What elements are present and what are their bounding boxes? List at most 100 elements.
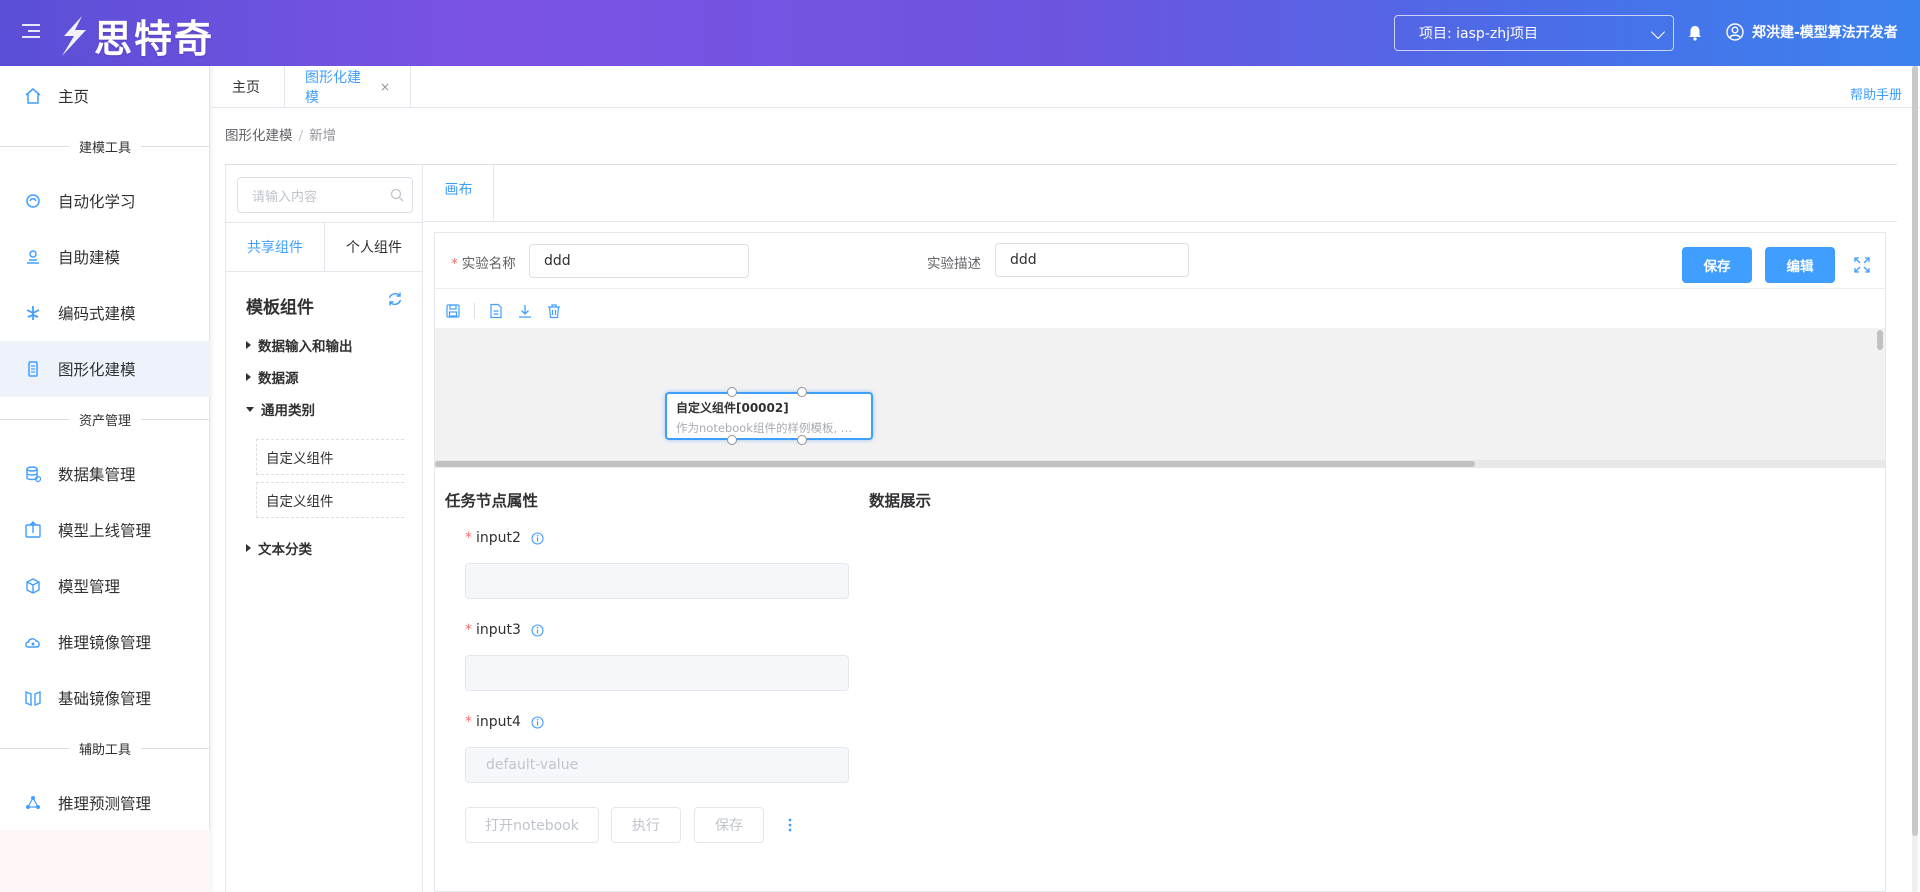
sidebar-item-model-deploy[interactable]: 模型上线管理 bbox=[0, 502, 210, 558]
breadcrumb: 图形化建模 / 新增 bbox=[225, 124, 336, 144]
delete-icon[interactable] bbox=[546, 303, 562, 319]
caret-right-icon bbox=[246, 373, 251, 381]
code-modeling-icon bbox=[24, 304, 42, 322]
page-vertical-scrollbar[interactable] bbox=[1912, 66, 1918, 892]
task-node-properties-title: 任务节点属性 bbox=[445, 492, 539, 510]
sidebar-section-modeling: 建模工具 bbox=[0, 136, 210, 156]
home-icon bbox=[24, 87, 42, 105]
edit-button[interactable]: 编辑 bbox=[1765, 247, 1835, 283]
canvas-area: 画布 * 实验名称 ddd 实验描述 ddd 保存 编辑 自定义组件[00002]… bbox=[424, 165, 1897, 892]
more-vertical-icon[interactable] bbox=[788, 818, 792, 832]
logo-mark-icon bbox=[62, 15, 86, 56]
sidebar-item-inference-image[interactable]: 推理镜像管理 bbox=[0, 614, 210, 670]
experiment-desc-textarea[interactable]: ddd bbox=[995, 243, 1189, 277]
breadcrumb-parent[interactable]: 图形化建模 bbox=[225, 128, 293, 144]
save-button[interactable]: 保存 bbox=[1682, 247, 1752, 283]
node-title: 自定义组件[00002] bbox=[676, 401, 789, 415]
tree-node-source[interactable]: 数据源 bbox=[246, 367, 299, 387]
user-menu[interactable]: 郑洪建-模型算法开发者 bbox=[1726, 22, 1898, 42]
open-notebook-button[interactable]: 打开notebook bbox=[465, 807, 599, 843]
graph-canvas[interactable]: 自定义组件[00002] 作为notebook组件的样例模板, 开发者可参考 bbox=[435, 328, 1885, 468]
download-icon[interactable] bbox=[517, 303, 533, 319]
tab-graphic-modeling[interactable]: 图形化建模 × bbox=[285, 66, 411, 108]
sidebar-item-graphic-modeling[interactable]: 图形化建模 bbox=[0, 341, 210, 397]
tab-personal-components[interactable]: 个人组件 bbox=[325, 223, 423, 271]
info-icon[interactable] bbox=[531, 531, 544, 545]
search-input[interactable]: 请输入内容 bbox=[237, 177, 413, 213]
tree-node-general[interactable]: 通用类别 bbox=[246, 399, 315, 419]
tree-node-text[interactable]: 文本分类 bbox=[246, 538, 312, 558]
sidebar-section-assets: 资产管理 bbox=[0, 409, 210, 429]
cloud-icon bbox=[24, 633, 42, 651]
sidebar-item-self-modeling[interactable]: 自助建模 bbox=[0, 229, 210, 285]
close-icon[interactable]: × bbox=[380, 80, 390, 94]
book-icon bbox=[24, 689, 42, 707]
save-icon[interactable] bbox=[445, 303, 461, 319]
sidebar-item-home[interactable]: 主页 bbox=[0, 68, 210, 124]
chevron-down-icon bbox=[1650, 24, 1666, 40]
sidebar-item-label: 主页 bbox=[58, 88, 90, 106]
node-input-port[interactable] bbox=[797, 387, 807, 397]
page-scroll-thumb[interactable] bbox=[1912, 66, 1918, 836]
run-button[interactable]: 执行 bbox=[611, 807, 681, 843]
field-label-input2: * input2 bbox=[465, 530, 544, 546]
sidebar-item-inference-predict[interactable]: 推理预测管理 bbox=[0, 775, 210, 831]
canvas-toolbar bbox=[445, 302, 575, 320]
breadcrumb-separator: / bbox=[298, 128, 304, 144]
database-icon bbox=[24, 465, 42, 483]
experiment-form: * 实验名称 ddd 实验描述 ddd 保存 编辑 bbox=[435, 233, 1885, 289]
node-output-port[interactable] bbox=[797, 435, 807, 445]
top-header: 思特奇 项目: iasp-zhj项目 郑洪建-模型算法开发者 bbox=[0, 0, 1920, 66]
experiment-box: * 实验名称 ddd 实验描述 ddd 保存 编辑 自定义组件[00002] 作为… bbox=[434, 232, 1886, 892]
logo-text: 思特奇 bbox=[94, 16, 215, 61]
field-label-input3: * input3 bbox=[465, 622, 544, 638]
sidebar-section-aux: 辅助工具 bbox=[0, 738, 210, 758]
sidebar-item-base-image[interactable]: 基础镜像管理 bbox=[0, 670, 210, 726]
component-tabs: 共享组件 个人组件 bbox=[226, 222, 423, 272]
info-icon[interactable] bbox=[531, 623, 544, 637]
graph-node[interactable]: 自定义组件[00002] 作为notebook组件的样例模板, 开发者可参考 bbox=[665, 387, 873, 445]
node-output-port[interactable] bbox=[727, 435, 737, 445]
sidebar-item-model-manage[interactable]: 模型管理 bbox=[0, 558, 210, 614]
info-icon[interactable] bbox=[531, 715, 544, 729]
input4-field[interactable]: default-value bbox=[465, 747, 849, 783]
tree-leaf-custom-component[interactable]: 自定义组件 bbox=[256, 439, 404, 475]
sidebar-item-label: 模型管理 bbox=[58, 578, 121, 596]
page-tabs: 主页 图形化建模 × bbox=[212, 66, 1920, 108]
sidebar-item-label: 自动化学习 bbox=[58, 193, 136, 211]
logo: 思特奇 bbox=[56, 8, 214, 63]
tab-shared-components[interactable]: 共享组件 bbox=[226, 223, 325, 271]
canvas-horizontal-scrollbar[interactable] bbox=[435, 461, 1475, 467]
input3-field[interactable] bbox=[465, 655, 849, 691]
template-components-title: 模板组件 bbox=[246, 298, 314, 318]
toolbar-divider bbox=[474, 303, 475, 319]
project-select[interactable]: 项目: iasp-zhj项目 bbox=[1394, 15, 1674, 51]
node-input-port[interactable] bbox=[727, 387, 737, 397]
menu-toggle-icon[interactable] bbox=[22, 24, 40, 42]
sidebar-item-code-modeling[interactable]: 编码式建模 bbox=[0, 285, 210, 341]
bell-icon[interactable] bbox=[1686, 24, 1704, 42]
tree-node-io[interactable]: 数据输入和输出 bbox=[246, 335, 353, 355]
save-properties-button[interactable]: 保存 bbox=[694, 807, 764, 843]
help-manual-link[interactable]: 帮助手册 bbox=[1850, 84, 1902, 103]
project-select-value: 项目: iasp-zhj项目 bbox=[1419, 26, 1538, 42]
sidebar-item-dataset[interactable]: 数据集管理 bbox=[0, 446, 210, 502]
sidebar-item-label: 自助建模 bbox=[58, 249, 121, 267]
sidebar-item-label: 推理镜像管理 bbox=[58, 634, 152, 652]
experiment-name-input[interactable]: ddd bbox=[529, 244, 749, 278]
sidebar-item-label: 基础镜像管理 bbox=[58, 690, 152, 708]
tree-leaf-custom-component[interactable]: 自定义组件 bbox=[256, 482, 404, 518]
tab-home[interactable]: 主页 bbox=[212, 66, 285, 108]
sidebar-item-label: 数据集管理 bbox=[58, 466, 136, 484]
refresh-icon[interactable] bbox=[387, 291, 403, 307]
canvas-vertical-scrollbar[interactable] bbox=[1877, 330, 1883, 350]
input2-field[interactable] bbox=[465, 563, 849, 599]
component-panel: 请输入内容 共享组件 个人组件 模板组件 数据输入和输出 数据源 通用类别 自定… bbox=[225, 165, 423, 892]
sidebar-item-automl[interactable]: 自动化学习 bbox=[0, 173, 210, 229]
tab-canvas[interactable]: 画布 bbox=[424, 165, 494, 221]
sidebar-item-label: 编码式建模 bbox=[58, 305, 136, 323]
caret-right-icon bbox=[246, 544, 251, 552]
document-icon[interactable] bbox=[488, 303, 504, 319]
fullscreen-icon[interactable] bbox=[1853, 256, 1871, 274]
caret-right-icon bbox=[246, 341, 251, 349]
